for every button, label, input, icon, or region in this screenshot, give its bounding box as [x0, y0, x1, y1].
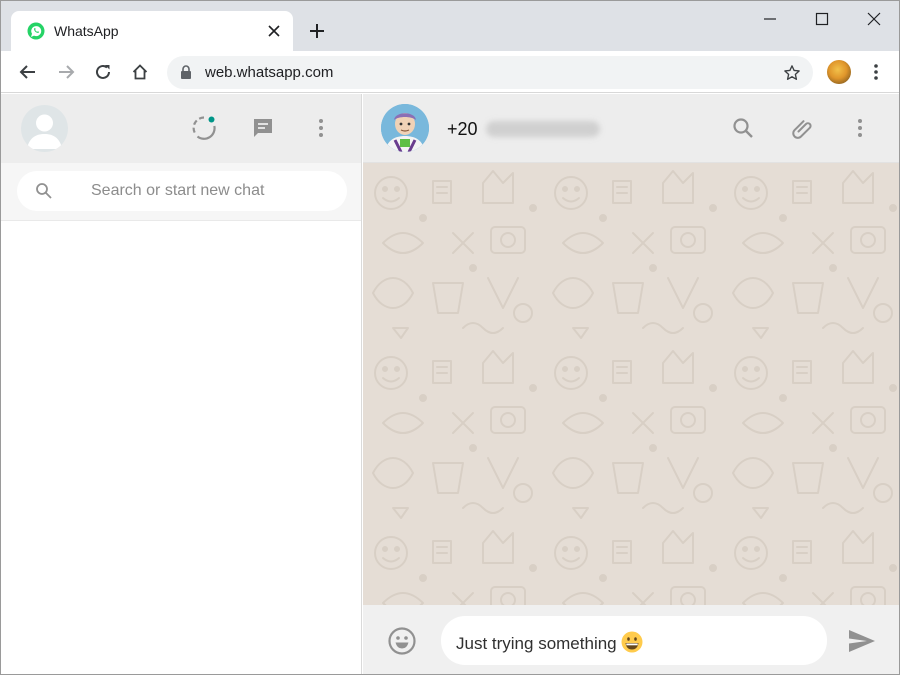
send-icon[interactable] [847, 626, 877, 656]
plus-icon[interactable] [305, 19, 329, 43]
message-text: Just trying something [456, 634, 617, 653]
search-input[interactable] [91, 171, 331, 211]
contact-number-prefix: +20 [447, 119, 478, 139]
minimize-icon[interactable] [745, 1, 795, 37]
status-icon[interactable] [191, 115, 217, 141]
whatsapp-icon [27, 22, 45, 40]
chat-list [1, 221, 361, 674]
back-icon[interactable] [15, 59, 41, 85]
browser-toolbar: web.whatsapp.com [1, 51, 899, 93]
address-bar[interactable]: web.whatsapp.com [167, 56, 813, 89]
message-text-container[interactable]: Just trying something [456, 631, 643, 658]
attach-icon[interactable] [789, 115, 815, 141]
search-icon[interactable] [35, 182, 53, 200]
compose-bar: Just trying something [363, 605, 899, 674]
browser-window: WhatsApp web.whatsapp.com Search or star… [0, 0, 900, 675]
conversation-header[interactable]: +20 [363, 94, 899, 163]
reload-icon[interactable] [90, 59, 116, 85]
menu-icon[interactable] [847, 115, 873, 141]
search-box[interactable] [17, 171, 347, 211]
new-chat-icon[interactable] [250, 115, 276, 141]
home-icon[interactable] [127, 59, 153, 85]
menu-icon[interactable] [308, 115, 334, 141]
chat-list-panel [1, 94, 362, 674]
contact-name[interactable]: +20 [447, 119, 600, 140]
tab-title: WhatsApp [54, 23, 119, 39]
forward-icon[interactable] [53, 59, 79, 85]
kebab-menu-icon[interactable] [863, 59, 889, 85]
tab-close-icon[interactable] [263, 20, 285, 42]
doodle-pattern [363, 163, 899, 605]
tab-strip: WhatsApp [1, 1, 899, 51]
chat-background [363, 163, 899, 605]
search-bar [1, 163, 361, 221]
url-text[interactable]: web.whatsapp.com [205, 64, 333, 81]
tab-whatsapp[interactable]: WhatsApp [11, 11, 293, 51]
maximize-icon[interactable] [797, 1, 847, 37]
grinning-face-emoji [621, 631, 643, 658]
message-input[interactable]: Just trying something [441, 616, 827, 665]
sidebar-header [1, 94, 361, 163]
close-icon[interactable] [849, 1, 899, 37]
avatar[interactable] [21, 105, 68, 152]
conversation-panel: +20 Just trying something [363, 94, 899, 674]
search-icon[interactable] [730, 115, 756, 141]
contact-avatar[interactable] [381, 104, 429, 152]
star-icon[interactable] [781, 62, 803, 84]
profile-avatar[interactable] [827, 60, 851, 84]
emoji-icon[interactable] [387, 626, 417, 656]
lock-icon[interactable] [180, 65, 194, 81]
contact-number-redacted [485, 121, 600, 137]
whatsapp-app: +20 [1, 94, 899, 674]
